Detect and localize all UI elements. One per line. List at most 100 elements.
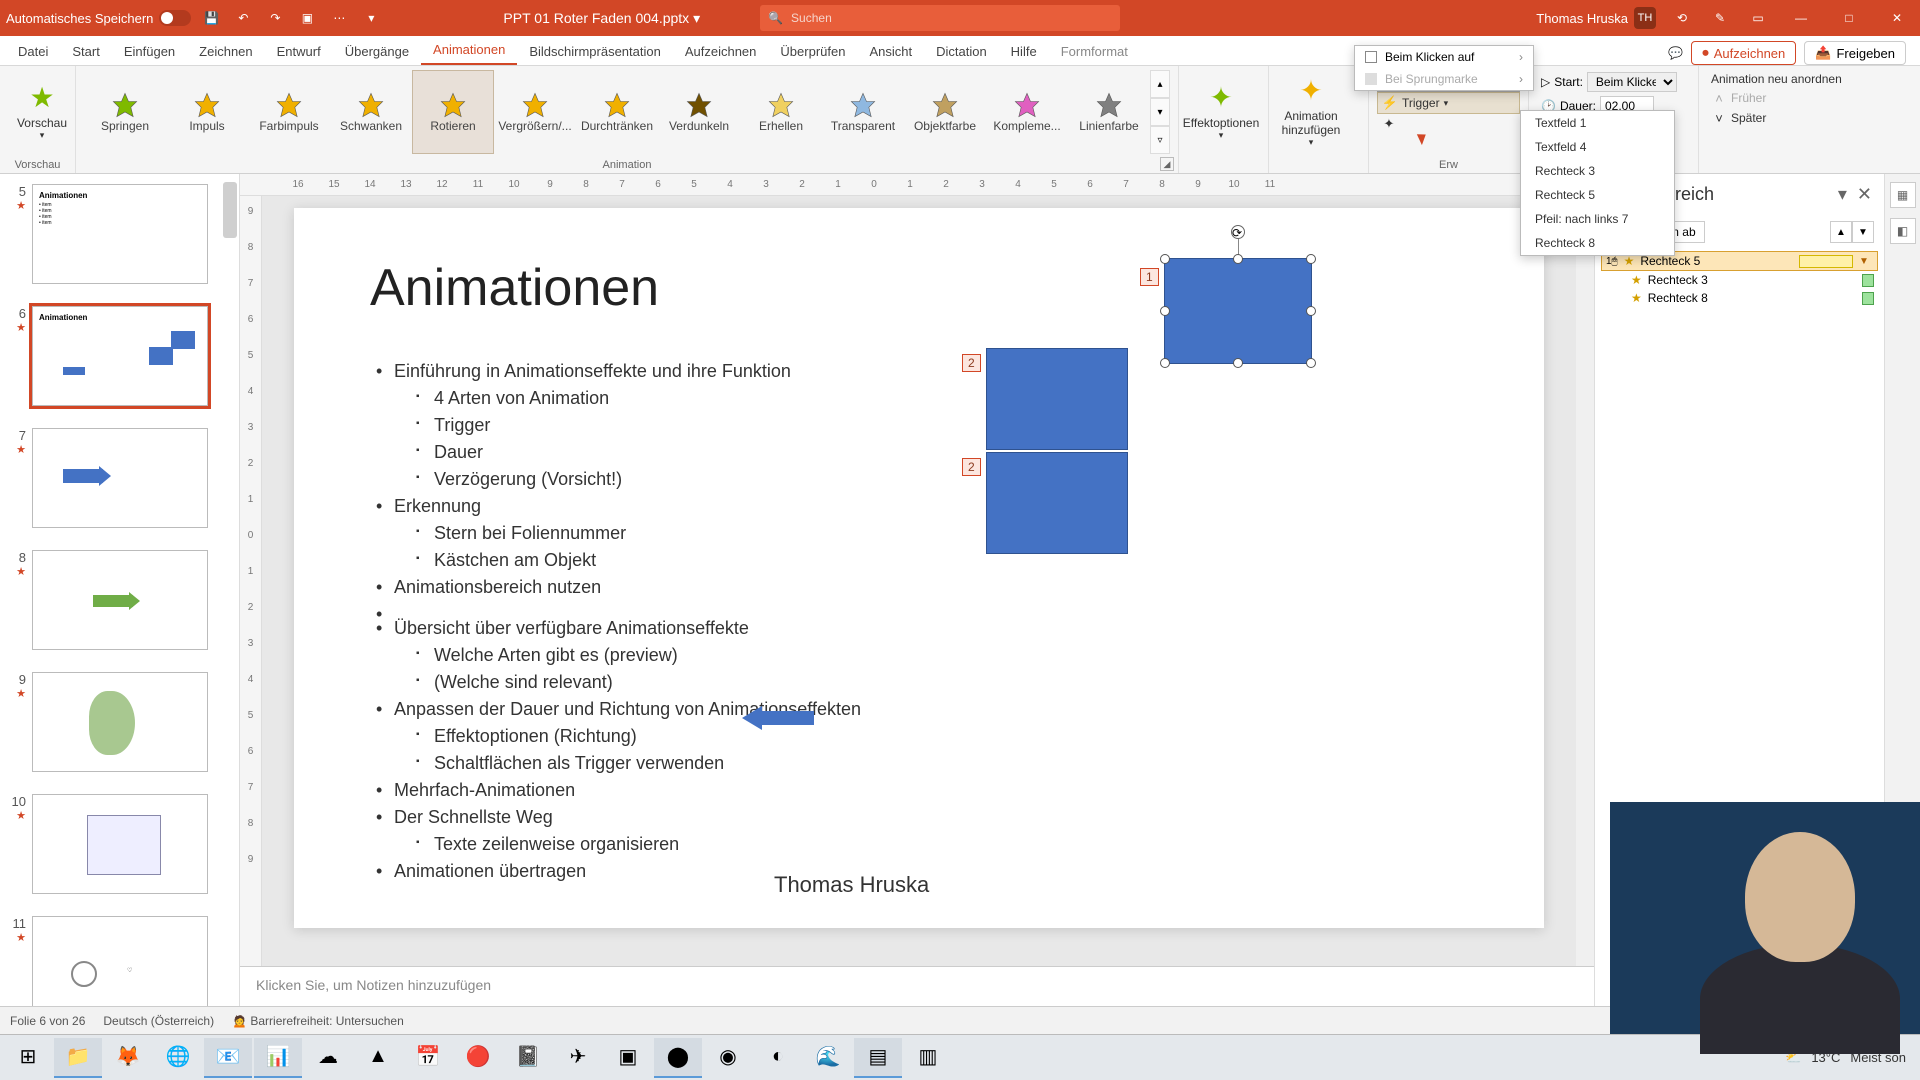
shape-rechteck-3[interactable] xyxy=(986,348,1128,450)
anim-tag-2b[interactable]: 2 xyxy=(962,458,981,476)
window-icon[interactable]: ▭ xyxy=(1746,6,1770,30)
bullet[interactable]: Erkennung xyxy=(370,493,861,520)
gallery-farbimpuls[interactable]: Farbimpuls xyxy=(248,70,330,154)
bullet[interactable]: Welche Arten gibt es (preview) xyxy=(410,642,861,669)
tab-dictation[interactable]: Dictation xyxy=(924,38,999,65)
animation-dialog-launcher[interactable]: ◢ xyxy=(1160,157,1174,171)
present-icon[interactable]: ▣ xyxy=(295,6,319,30)
app2-icon[interactable]: 🔴 xyxy=(454,1038,502,1078)
slide-thumbnails[interactable]: 5★Animationen• item• item• item• item6★A… xyxy=(0,174,240,1006)
gallery-linienfarbe[interactable]: Linienfarbe xyxy=(1068,70,1150,154)
gallery-transparent[interactable]: Transparent xyxy=(822,70,904,154)
resize-handle[interactable] xyxy=(1306,306,1316,316)
outlook-icon[interactable]: 📧 xyxy=(204,1038,252,1078)
language[interactable]: Deutsch (Österreich) xyxy=(103,1014,214,1028)
bullet[interactable]: Dauer xyxy=(410,439,861,466)
tab-bildschirm[interactable]: Bildschirmpräsentation xyxy=(517,38,673,65)
slide-canvas[interactable]: Animationen Einführung in Animationseffe… xyxy=(294,208,1544,928)
trigger-button[interactable]: ⚡Trigger▾ xyxy=(1377,92,1520,114)
anim-tag-2a[interactable]: 2 xyxy=(962,354,981,372)
sync-icon[interactable]: ⟲ xyxy=(1670,6,1694,30)
gallery-objektfarbe[interactable]: Objektfarbe xyxy=(904,70,986,154)
start-select[interactable]: Beim Klicken xyxy=(1587,72,1677,92)
trigger-target[interactable]: Rechteck 8 xyxy=(1521,231,1674,255)
gallery-erhellen[interactable]: Erhellen xyxy=(740,70,822,154)
thumb-slide-6[interactable]: Animationen xyxy=(32,306,208,406)
filename[interactable]: PPT 01 Roter Faden 004.pptx ▾ xyxy=(503,10,700,27)
side-tool-1[interactable]: ▦ xyxy=(1890,182,1916,208)
obs-icon[interactable]: ⬤ xyxy=(654,1038,702,1078)
thumb-slide-5[interactable]: Animationen• item• item• item• item xyxy=(32,184,208,284)
tab-start[interactable]: Start xyxy=(60,38,111,65)
trigger-beim-klicken[interactable]: Beim Klicken auf› xyxy=(1355,46,1533,68)
notes-pane[interactable]: Klicken Sie, um Notizen hinzuzufügen xyxy=(240,966,1594,1006)
effektoptionen-button[interactable]: ✦ Effektoptionen▾ xyxy=(1187,70,1255,154)
gallery-kompleme...[interactable]: Kompleme... xyxy=(986,70,1068,154)
powerpoint-icon[interactable]: 📊 xyxy=(254,1038,302,1078)
tab-uebergaenge[interactable]: Übergänge xyxy=(333,38,421,65)
slide-author[interactable]: Thomas Hruska xyxy=(774,872,929,898)
comments-icon[interactable]: 💬 xyxy=(1668,46,1683,60)
thumb-slide-10[interactable] xyxy=(32,794,208,894)
bullet[interactable]: Animationsbereich nutzen xyxy=(370,574,861,601)
animpane-item[interactable]: ★Rechteck 3 xyxy=(1601,271,1878,289)
animation-hinzufuegen-button[interactable]: ✦ Animation hinzufügen▾ xyxy=(1277,70,1345,154)
tab-entwurf[interactable]: Entwurf xyxy=(265,38,333,65)
app4-icon[interactable]: ◐ xyxy=(754,1038,802,1078)
trigger-target[interactable]: Textfeld 4 xyxy=(1521,135,1674,159)
more-icon[interactable]: ⋯ xyxy=(327,6,351,30)
animpane-close-icon[interactable]: ✕ xyxy=(1857,184,1872,205)
gallery-schwanken[interactable]: Schwanken xyxy=(330,70,412,154)
explorer-icon[interactable]: 📁 xyxy=(54,1038,102,1078)
resize-handle[interactable] xyxy=(1306,358,1316,368)
spaeter-button[interactable]: ˅Später xyxy=(1707,108,1861,128)
anim-tag-1[interactable]: 1 xyxy=(1140,268,1159,286)
slide-title[interactable]: Animationen xyxy=(370,258,659,318)
bullet[interactable]: Verzögerung (Vorsicht!) xyxy=(410,466,861,493)
bullet[interactable]: Stern bei Foliennummer xyxy=(410,520,861,547)
minimize-button[interactable]: — xyxy=(1784,5,1818,31)
gallery-up[interactable]: ▴ xyxy=(1150,70,1170,98)
user-account[interactable]: Thomas Hruska TH xyxy=(1536,7,1656,29)
qat-dropdown-icon[interactable]: ▾ xyxy=(359,6,383,30)
save-icon[interactable]: 💾 xyxy=(199,6,223,30)
search-box[interactable]: 🔍 Suchen xyxy=(760,5,1120,31)
gallery-vergrößern/...[interactable]: Vergrößern/... xyxy=(494,70,576,154)
shape-pfeil[interactable] xyxy=(742,706,834,730)
frueher-button[interactable]: ˄Früher xyxy=(1707,88,1861,108)
app6-icon[interactable]: ▥ xyxy=(904,1038,952,1078)
bullet[interactable]: Der Schnellste Weg xyxy=(370,804,861,831)
maximize-button[interactable]: □ xyxy=(1832,5,1866,31)
tab-zeichnen[interactable]: Zeichnen xyxy=(187,38,264,65)
bullet[interactable]: Kästchen am Objekt xyxy=(410,547,861,574)
resize-handle[interactable] xyxy=(1160,306,1170,316)
app-icon[interactable]: ☁ xyxy=(304,1038,352,1078)
thumb-slide-11[interactable]: ♡ xyxy=(32,916,208,1006)
thumb-slide-8[interactable] xyxy=(32,550,208,650)
bullet[interactable]: Trigger xyxy=(410,412,861,439)
tab-ueberpruefen[interactable]: Überprüfen xyxy=(768,38,857,65)
freigeben-button[interactable]: 📤Freigeben xyxy=(1804,41,1906,65)
thumb-scrollbar[interactable] xyxy=(221,174,239,1006)
trigger-target[interactable]: Textfeld 1 xyxy=(1521,111,1674,135)
bullet[interactable]: Schaltflächen als Trigger verwenden xyxy=(410,750,861,777)
start-button[interactable]: ⊞ xyxy=(4,1038,52,1078)
resize-handle[interactable] xyxy=(1233,358,1243,368)
app3-icon[interactable]: ▣ xyxy=(604,1038,652,1078)
tab-datei[interactable]: Datei xyxy=(6,38,60,65)
move-down-button[interactable]: ▼ xyxy=(1852,221,1874,243)
slide-counter[interactable]: Folie 6 von 26 xyxy=(10,1014,85,1028)
accessibility[interactable]: 🙍 Barrierefreiheit: Untersuchen xyxy=(232,1014,404,1028)
tab-animationen[interactable]: Animationen xyxy=(421,36,517,65)
gallery-verdunkeln[interactable]: Verdunkeln xyxy=(658,70,740,154)
thumb-slide-9[interactable] xyxy=(32,672,208,772)
toggle-switch[interactable] xyxy=(159,10,191,26)
animpane-item[interactable]: ★Rechteck 8 xyxy=(1601,289,1878,307)
chrome-icon[interactable]: 🌐 xyxy=(154,1038,202,1078)
record-icon[interactable]: ◉ xyxy=(704,1038,752,1078)
bullet[interactable]: Texte zeilenweise organisieren xyxy=(410,831,861,858)
firefox-icon[interactable]: 🦊 xyxy=(104,1038,152,1078)
editor-scrollbar[interactable] xyxy=(1576,196,1594,966)
aufzeichnen-button[interactable]: ⏺Aufzeichnen xyxy=(1691,41,1796,65)
gallery-down[interactable]: ▾ xyxy=(1150,98,1170,126)
